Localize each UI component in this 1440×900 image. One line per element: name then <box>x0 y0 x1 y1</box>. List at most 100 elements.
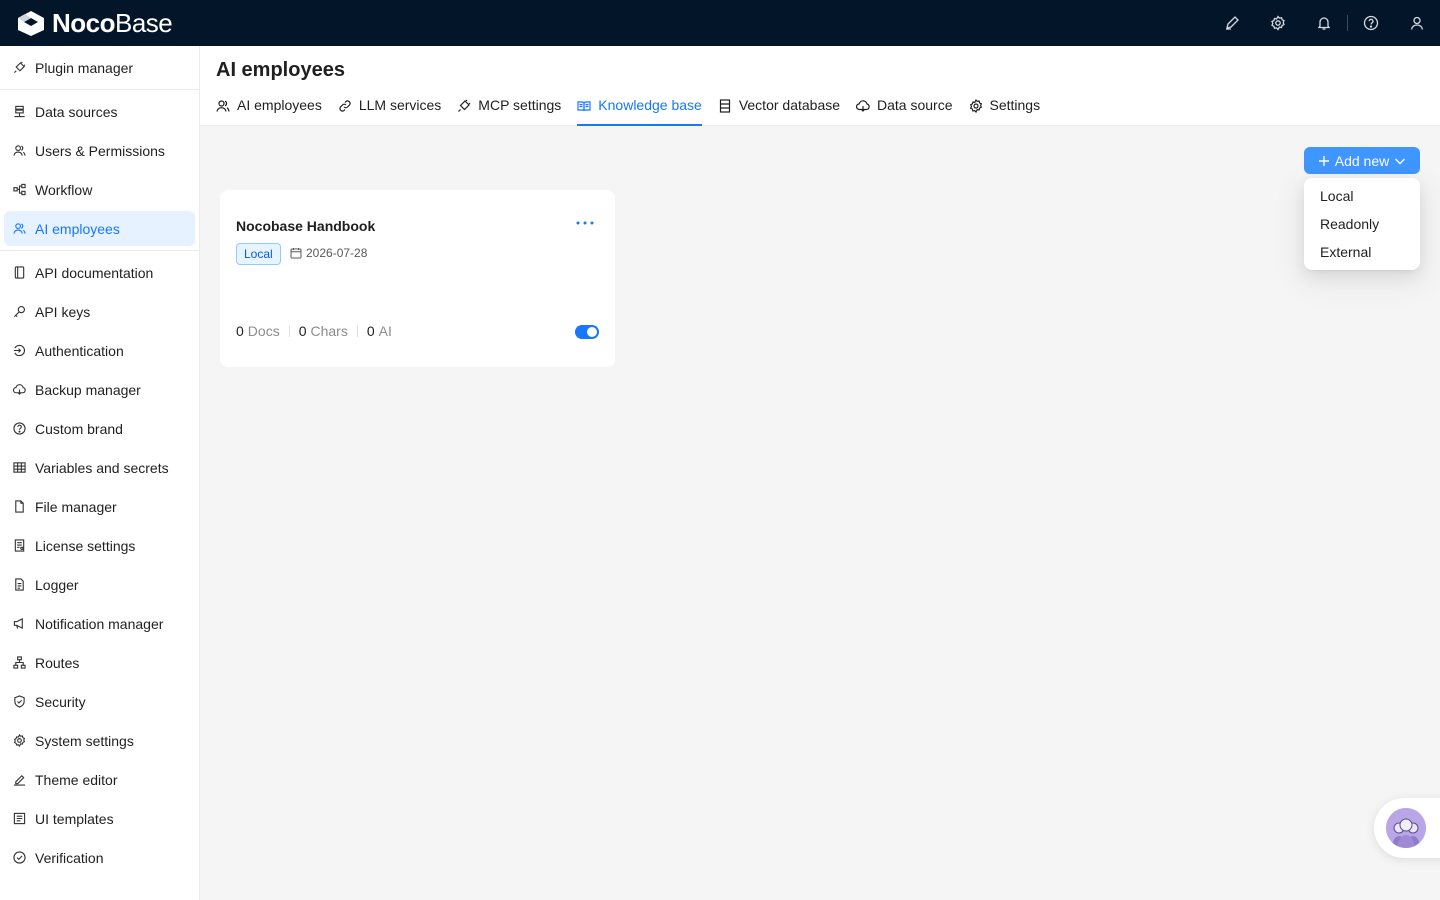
sidebar-item-api-keys[interactable]: API keys <box>4 294 195 329</box>
book-icon <box>12 266 26 280</box>
sidebar-item-variables-secrets[interactable]: Variables and secrets <box>4 450 195 485</box>
nocobase-logo[interactable]: NocoBase <box>16 8 173 38</box>
cloud-icon <box>856 99 870 113</box>
tab-label: Vector database <box>738 97 841 113</box>
card-title: Nocobase Handbook <box>236 218 376 234</box>
megaphone-icon <box>12 617 26 631</box>
file-text-icon <box>12 578 26 592</box>
sidebar-item-label: Plugin manager <box>35 59 134 76</box>
dropdown-option-external[interactable]: External <box>1304 238 1420 266</box>
sidebar-item-label: Users & Permissions <box>35 142 165 159</box>
more-options-icon[interactable] <box>575 213 595 233</box>
sidebar-item-label: File manager <box>35 498 117 515</box>
sidebar-item-workflow[interactable]: Workflow <box>4 172 195 207</box>
routes-icon <box>12 656 26 670</box>
dropdown-option-local[interactable]: Local <box>1304 182 1420 210</box>
sidebar-item-license-settings[interactable]: License settings <box>4 528 195 563</box>
settings-sidebar: Plugin manager Data sources Users & Perm… <box>0 46 200 900</box>
login-icon <box>12 344 26 358</box>
tab-data-source[interactable]: Data source <box>856 94 953 126</box>
sidebar-item-security[interactable]: Security <box>4 684 195 719</box>
tab-vector-database[interactable]: Vector database <box>718 94 840 126</box>
sidebar-item-authentication[interactable]: Authentication <box>4 333 195 368</box>
sidebar-item-label: Notification manager <box>35 615 164 632</box>
cloud-icon <box>12 383 26 397</box>
users-icon <box>12 144 26 158</box>
sidebar-item-logger[interactable]: Logger <box>4 567 195 602</box>
sidebar-item-label: Security <box>35 693 86 710</box>
ai-team-avatar-icon <box>1386 808 1426 848</box>
template-icon <box>12 812 26 826</box>
add-new-label: Add new <box>1334 152 1390 169</box>
add-new-button[interactable]: Add new <box>1304 147 1420 174</box>
sidebar-item-ai-employees[interactable]: AI employees <box>4 211 195 246</box>
plug-icon <box>457 99 471 113</box>
sidebar-item-label: Theme editor <box>35 771 118 788</box>
link-icon <box>338 99 352 113</box>
bell-icon[interactable] <box>1301 0 1347 46</box>
sidebar-item-label: Custom brand <box>35 420 123 437</box>
sidebar-item-routes[interactable]: Routes <box>4 645 195 680</box>
tab-label: Settings <box>989 97 1041 113</box>
gear-icon[interactable] <box>1255 0 1301 46</box>
tab-settings[interactable]: Settings <box>969 94 1041 126</box>
sidebar-item-users-permissions[interactable]: Users & Permissions <box>4 133 195 168</box>
sidebar-item-verification[interactable]: Verification <box>4 840 195 875</box>
dropdown-option-readonly[interactable]: Readonly <box>1304 210 1420 238</box>
tab-label: AI employees <box>237 97 322 113</box>
ai-assistant-float[interactable] <box>1374 798 1440 858</box>
tab-bar: AI employees LLM services MCP settings K… <box>216 94 1056 126</box>
card-stats: 0 Docs 0 Chars 0 AI <box>236 323 392 339</box>
sidebar-item-label: Workflow <box>35 181 93 198</box>
page-header: AI employees AI employees LLM services M… <box>200 46 1440 126</box>
docs-stat: 0 Docs <box>236 323 280 339</box>
database-icon <box>718 99 732 113</box>
sidebar-item-label: API keys <box>35 303 91 320</box>
tab-ai-employees[interactable]: AI employees <box>216 94 322 126</box>
top-navbar: NocoBase <box>0 0 1440 46</box>
file-icon <box>12 500 26 514</box>
help-question-icon[interactable] <box>1348 0 1394 46</box>
chars-stat: 0 Chars <box>298 323 348 339</box>
sidebar-item-custom-brand[interactable]: Custom brand <box>4 411 195 446</box>
sidebar-item-ui-templates[interactable]: UI templates <box>4 801 195 836</box>
shield-icon <box>12 695 26 709</box>
enable-toggle[interactable] <box>575 325 599 339</box>
stat-divider <box>288 325 290 337</box>
brand-name-bold: Noco <box>52 8 116 38</box>
table-icon <box>12 461 26 475</box>
team-icon <box>216 99 230 113</box>
sidebar-item-backup-manager[interactable]: Backup manager <box>4 372 195 407</box>
user-icon[interactable] <box>1394 0 1440 46</box>
question-icon <box>12 422 26 436</box>
team-icon <box>12 222 26 236</box>
sidebar-divider <box>0 89 200 90</box>
book-open-icon <box>577 99 591 113</box>
card-date-text: 2026-07-28 <box>306 246 368 260</box>
tab-llm-services[interactable]: LLM services <box>338 94 441 126</box>
brush-icon <box>12 773 26 787</box>
tab-label: Knowledge base <box>598 97 702 113</box>
gear-icon <box>12 734 26 748</box>
sidebar-item-theme-editor[interactable]: Theme editor <box>4 762 195 797</box>
sidebar-item-system-settings[interactable]: System settings <box>4 723 195 758</box>
chevron-down-icon <box>1395 158 1406 164</box>
knowledge-base-card[interactable]: Nocobase Handbook Local 2026-07-28 0 Docs… <box>220 190 615 367</box>
sidebar-item-plugin-manager[interactable]: Plugin manager <box>4 50 195 85</box>
sidebar-item-notification-manager[interactable]: Notification manager <box>4 606 195 641</box>
theme-brush-icon[interactable] <box>1209 0 1255 46</box>
sidebar-item-label: Logger <box>35 576 79 593</box>
tab-mcp-settings[interactable]: MCP settings <box>457 94 561 126</box>
calendar-icon <box>290 248 302 259</box>
sidebar-item-api-documentation[interactable]: API documentation <box>4 255 195 290</box>
sidebar-item-label: API documentation <box>35 264 154 281</box>
sidebar-item-label: UI templates <box>35 810 114 827</box>
card-date: 2026-07-28 <box>290 246 367 260</box>
type-tag: Local <box>236 243 281 265</box>
sidebar-item-label: Variables and secrets <box>35 459 169 476</box>
tab-knowledge-base[interactable]: Knowledge base <box>577 94 702 126</box>
sidebar-item-file-manager[interactable]: File manager <box>4 489 195 524</box>
sidebar-item-data-sources[interactable]: Data sources <box>4 94 195 129</box>
sidebar-item-label: Routes <box>35 654 80 671</box>
sidebar-item-label: Verification <box>35 849 104 866</box>
